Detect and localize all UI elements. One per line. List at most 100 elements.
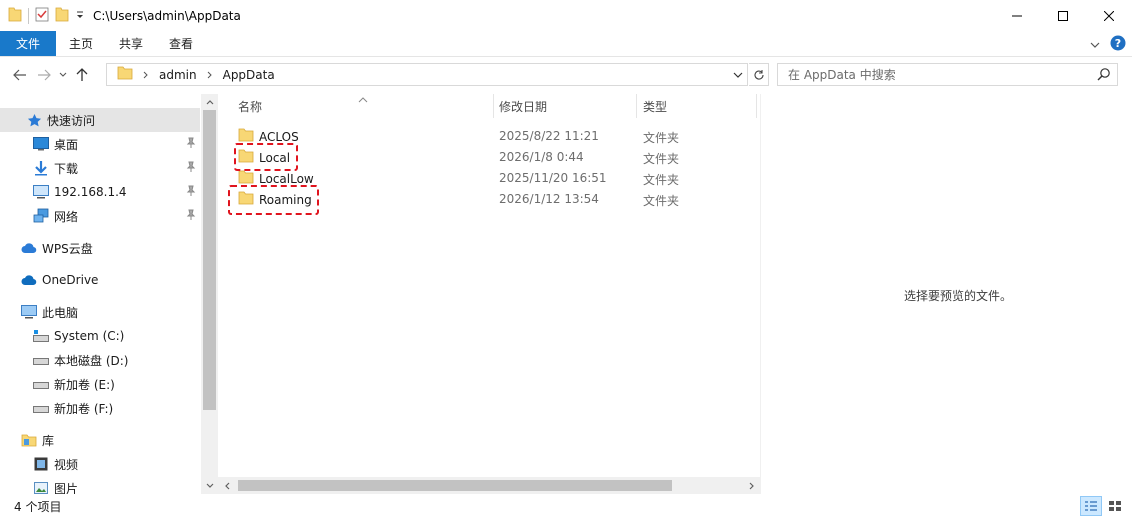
sidebar-item-desktop[interactable]: 桌面: [0, 132, 200, 156]
status-bar: 4 个项目: [0, 494, 1132, 518]
pin-icon[interactable]: [186, 209, 196, 224]
sidebar-item-label: 快速访问: [47, 113, 96, 128]
arrow-left-icon: [13, 69, 26, 81]
sidebar-item-drive-f[interactable]: 新加卷 (F:): [0, 396, 200, 420]
search-icon[interactable]: [1097, 67, 1111, 84]
properties-icon[interactable]: [35, 6, 49, 25]
sidebar-item-drive-d[interactable]: 本地磁盘 (D:): [0, 348, 200, 372]
scroll-right-button[interactable]: [743, 477, 760, 494]
sidebar-item-network[interactable]: 网络: [0, 204, 200, 228]
forward-button[interactable]: [32, 63, 56, 87]
navigation-pane: 快速访问 桌面 下载 192.168.1.4 网络 WPS云盘 OneDrive…: [0, 94, 218, 494]
modified-date: 2026/1/12 13:54: [499, 192, 599, 206]
help-icon[interactable]: ?: [1110, 35, 1126, 54]
close-icon: [1104, 10, 1114, 21]
scroll-down-button[interactable]: [201, 478, 218, 494]
highlight-box-local: [234, 143, 298, 171]
sidebar-item-label: 新加卷 (E:): [54, 377, 115, 392]
search-input[interactable]: [788, 67, 1088, 82]
arrow-up-icon: [76, 68, 88, 81]
scrollbar-thumb[interactable]: [238, 480, 672, 491]
title-bar: C:\Users\admin\AppData: [0, 0, 1132, 31]
back-button[interactable]: [8, 63, 32, 87]
picture-icon: [33, 480, 49, 494]
file-name: ACLOS: [259, 129, 299, 144]
pin-icon[interactable]: [186, 185, 196, 200]
sidebar-item-network-computer[interactable]: 192.168.1.4: [0, 180, 200, 204]
search-box[interactable]: [777, 63, 1118, 86]
tab-home[interactable]: 主页: [56, 31, 106, 56]
drive-icon: [33, 352, 49, 368]
table-row[interactable]: Local 2026/1/8 0:44 文件夹: [226, 147, 760, 168]
chevron-left-icon: [224, 482, 229, 489]
sidebar-item-quick-access[interactable]: 快速访问: [0, 108, 200, 132]
column-divider[interactable]: [756, 94, 757, 118]
sidebar-item-label: WPS云盘: [42, 241, 93, 256]
file-type: 文件夹: [643, 173, 680, 187]
column-header-date[interactable]: 修改日期: [499, 94, 635, 118]
file-type: 文件夹: [643, 131, 680, 145]
download-icon: [33, 160, 49, 176]
breadcrumb: admin AppData: [117, 66, 275, 83]
sidebar-item-libraries[interactable]: 库: [0, 428, 200, 452]
scroll-left-button[interactable]: [218, 477, 235, 494]
column-divider[interactable]: [493, 94, 494, 118]
tab-share[interactable]: 共享: [106, 31, 156, 56]
navigation-scrollbar[interactable]: [201, 94, 218, 494]
chevron-right-icon: [749, 482, 754, 489]
scrollbar-thumb[interactable]: [203, 110, 216, 410]
breadcrumb-appdata[interactable]: AppData: [223, 68, 275, 82]
sidebar-item-label: 视频: [54, 457, 79, 472]
address-history-button[interactable]: [729, 64, 747, 85]
sidebar-item-pictures[interactable]: 图片: [0, 476, 200, 494]
sidebar-item-wps-cloud[interactable]: WPS云盘: [0, 236, 200, 260]
chevron-right-icon[interactable]: [143, 68, 149, 82]
desktop-icon: [33, 136, 49, 152]
up-button[interactable]: [70, 63, 94, 87]
file-list: 名称 修改日期 类型 ACLOS 2025/8/22 11:21 文件夹 Loc…: [226, 94, 760, 494]
arrow-right-icon: [38, 69, 51, 81]
recent-locations-button[interactable]: [56, 63, 70, 87]
column-header-type[interactable]: 类型: [643, 94, 743, 118]
customize-toolbar-icon[interactable]: [75, 9, 85, 23]
large-icons-view-button[interactable]: [1104, 496, 1126, 516]
column-header-label: 名称: [238, 99, 263, 114]
expand-ribbon-icon[interactable]: [1090, 38, 1100, 52]
tab-file[interactable]: 文件: [0, 31, 56, 56]
close-button[interactable]: [1086, 0, 1132, 31]
chevron-right-icon[interactable]: [207, 68, 213, 82]
refresh-button[interactable]: [749, 63, 769, 86]
file-list-horizontal-scrollbar[interactable]: [218, 477, 760, 494]
sidebar-item-this-pc[interactable]: 此电脑: [0, 300, 200, 324]
file-type: 文件夹: [643, 152, 680, 166]
system-drive-icon: [33, 328, 49, 344]
modified-date: 2025/11/20 16:51: [499, 171, 607, 185]
scroll-up-button[interactable]: [201, 94, 218, 110]
sidebar-item-label: 192.168.1.4: [54, 185, 127, 199]
address-bar[interactable]: admin AppData: [106, 63, 748, 86]
tab-view[interactable]: 查看: [156, 31, 206, 56]
star-icon: [26, 112, 42, 128]
column-header-label: 修改日期: [499, 99, 548, 114]
chevron-up-icon: [206, 100, 213, 105]
sidebar-item-videos[interactable]: 视频: [0, 452, 200, 476]
minimize-button[interactable]: [994, 0, 1040, 31]
breadcrumb-admin[interactable]: admin: [159, 68, 197, 82]
pin-icon[interactable]: [186, 161, 196, 176]
table-row[interactable]: ACLOS 2025/8/22 11:21 文件夹: [226, 126, 760, 147]
monitor-icon: [33, 184, 49, 200]
new-folder-icon[interactable]: [55, 6, 69, 25]
sidebar-item-onedrive[interactable]: OneDrive: [0, 268, 200, 292]
sidebar-item-label: 图片: [54, 481, 79, 495]
column-divider[interactable]: [636, 94, 637, 118]
sidebar-item-downloads[interactable]: 下载: [0, 156, 200, 180]
column-header-name[interactable]: 名称: [238, 94, 492, 118]
sidebar-item-label: 新加卷 (F:): [54, 401, 114, 416]
sidebar-item-drive-c[interactable]: System (C:): [0, 324, 200, 348]
pin-icon[interactable]: [186, 137, 196, 152]
details-view-button[interactable]: [1080, 496, 1102, 516]
sidebar-item-drive-e[interactable]: 新加卷 (E:): [0, 372, 200, 396]
maximize-button[interactable]: [1040, 0, 1086, 31]
window-title: C:\Users\admin\AppData: [93, 8, 241, 23]
sidebar-item-label: 本地磁盘 (D:): [54, 353, 129, 368]
